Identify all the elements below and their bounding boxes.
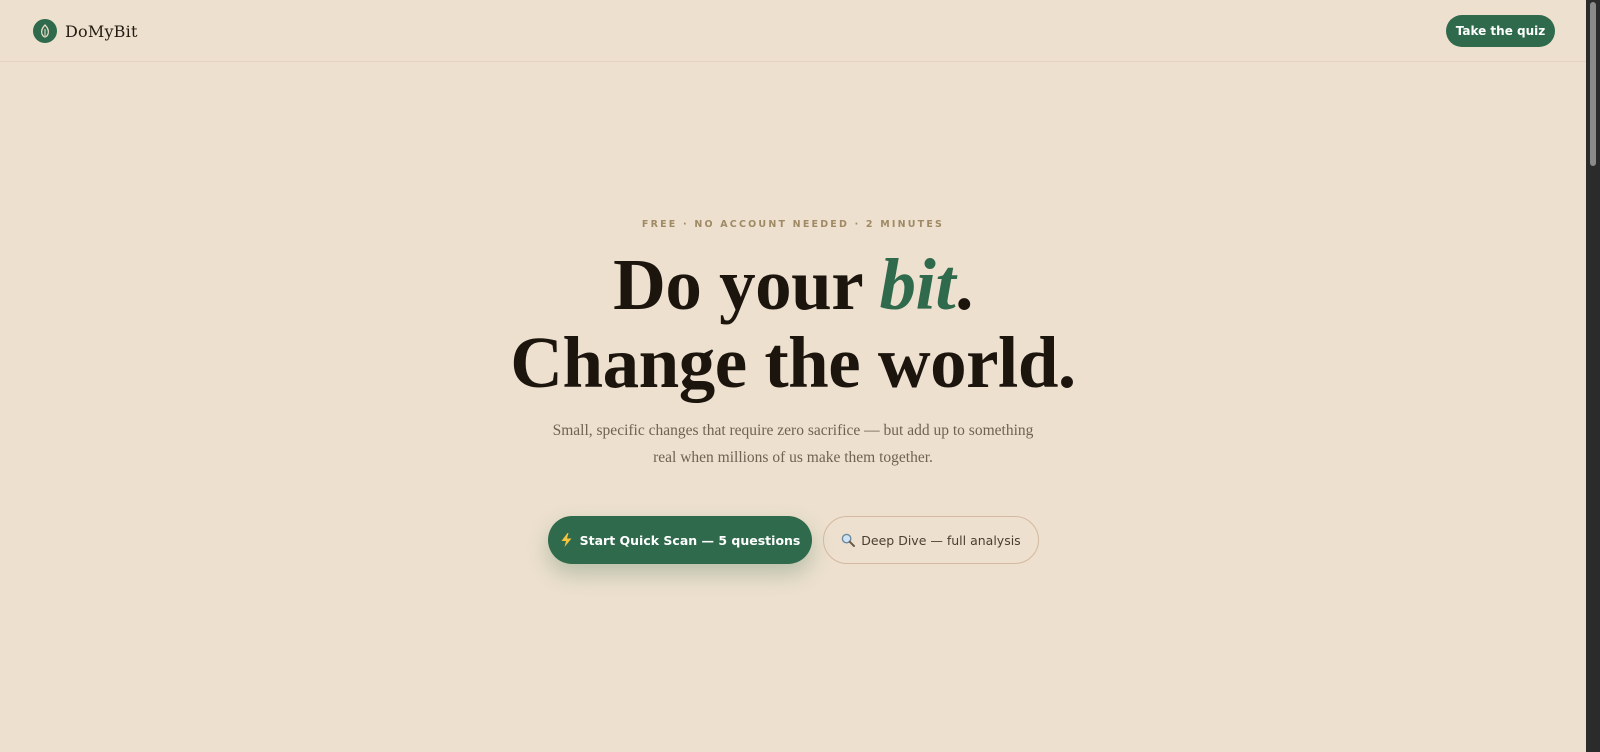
vertical-scrollbar[interactable] [1586, 0, 1600, 752]
deep-dive-button[interactable]: Deep Dive — full analysis [823, 516, 1039, 564]
hero-subtitle: Small, specific changes that require zer… [552, 422, 1034, 466]
brand-name: DoMyBit [65, 21, 138, 41]
magnifier-icon [841, 533, 856, 547]
headline-line1: Do your bit. [613, 244, 973, 325]
landing-page: DoMyBit Take the quiz FREE · NO ACCOUNT … [0, 0, 1586, 752]
take-the-quiz-button[interactable]: Take the quiz [1446, 15, 1555, 47]
lightning-icon [560, 533, 574, 547]
scrollbar-thumb[interactable] [1590, 2, 1596, 166]
brand-logo[interactable]: DoMyBit [33, 18, 138, 44]
start-quick-scan-button[interactable]: Start Quick Scan — 5 questions [548, 516, 812, 564]
headline-accent-word: bit [879, 244, 956, 325]
top-navigation-bar: DoMyBit Take the quiz [0, 0, 1586, 62]
start-quick-scan-label: Start Quick Scan — 5 questions [579, 532, 801, 548]
headline-prefix: Do your [613, 244, 880, 325]
headline-suffix: . [955, 244, 973, 325]
headline-line2: Change the world. [510, 322, 1076, 403]
hero-headline: Do your bit. Change the world. [0, 246, 1586, 402]
hero-eyebrow: FREE · NO ACCOUNT NEEDED · 2 MINUTES [641, 219, 945, 230]
leaf-logo-icon [33, 19, 57, 43]
deep-dive-label: Deep Dive — full analysis [861, 532, 1021, 548]
